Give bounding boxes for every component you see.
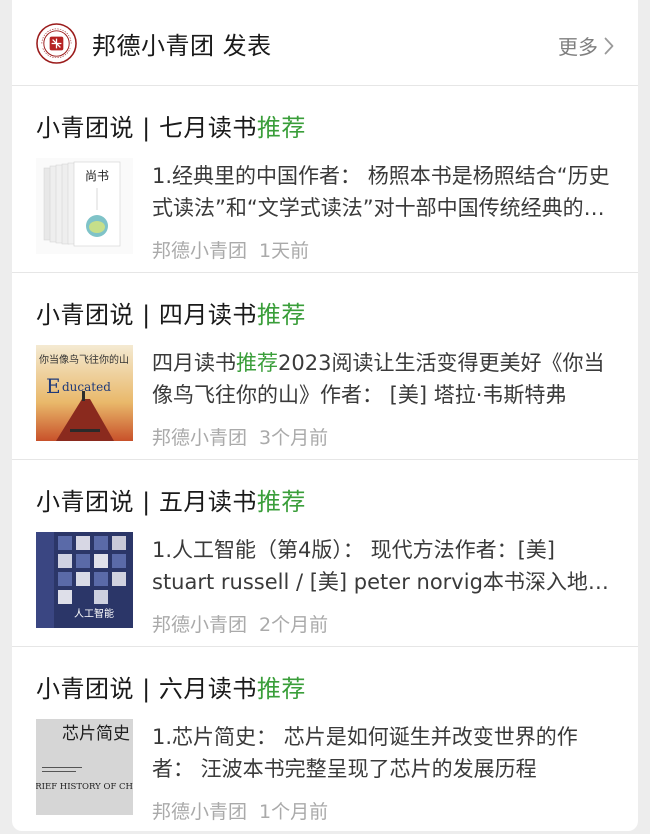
article-author: 邦德小青团 <box>152 427 248 449</box>
article-item[interactable]: 小青团说 | 七月读书推荐 尚书 1.经典里的中国作者： 杨照本书是杨照结合“历… <box>12 86 638 273</box>
article-summary: 1.芯片简史： 芯片是如何诞生并改变世界的作者： 汪波本书完整呈现了芯片的发展历… <box>152 725 578 781</box>
article-summary: 1.人工智能（第4版）： 现代方法作者：[美] stuart russell /… <box>152 538 609 594</box>
article-summary: 四月读书推荐2023阅读让生活变得更美好《你当像鸟飞往你的山》作者： [美] 塔… <box>152 351 605 407</box>
article-item[interactable]: 小青团说 | 六月读书推荐 芯片简史 A BRIEF HISTORY OF CH… <box>12 647 638 834</box>
cover-title-cn: 你当像鸟飞往你的山 <box>39 353 129 366</box>
article-meta: 邦德小青团 3个月前 <box>152 423 328 450</box>
article-meta: 邦德小青团 1个月前 <box>152 797 328 824</box>
article-cover: 你当像鸟飞往你的山 E ducated <box>36 345 133 441</box>
cover-title-en: ducated <box>62 380 111 394</box>
cover-title: 人工智能 <box>74 607 114 620</box>
article-author: 邦德小青团 <box>152 240 248 262</box>
account-publish-title: 邦德小青团 发表 <box>92 32 272 60</box>
article-time: 1天前 <box>259 240 310 262</box>
cover-title: 尚书 <box>85 169 109 183</box>
article-item[interactable]: 小青团说 | 五月读书推荐 人工智能 1.人工智能（第4版）： 现代方法作者：[… <box>12 460 638 647</box>
more-button[interactable]: 更多 <box>558 31 614 60</box>
chevron-right-icon <box>604 37 614 54</box>
article-item[interactable]: 小青团说 | 四月读书推荐 你当像鸟飞往你的山 E ducated 四月读书推荐… <box>12 273 638 460</box>
article-title: 小青团说 | 五月读书推荐 <box>36 488 306 516</box>
article-author: 邦德小青团 <box>152 614 248 636</box>
college-logo <box>36 23 77 64</box>
article-summary: 1.经典里的中国作者： 杨照本书是杨照结合“历史式读法”和“文学式读法”对十部中… <box>152 164 610 220</box>
article-cover: 芯片简史 A BRIEF HISTORY OF CHIPS <box>36 719 133 815</box>
cover-initial: E <box>46 374 61 398</box>
article-author: 邦德小青团 <box>152 801 248 823</box>
article-time: 2个月前 <box>259 614 329 636</box>
card-header: 邦德小青团 发表 更多 <box>12 0 638 86</box>
article-title: 小青团说 | 四月读书推荐 <box>36 301 306 329</box>
publications-card: 邦德小青团 发表 更多 小青团说 | 七月读书推荐 尚书 1.经典里的中国作者：… <box>12 0 638 831</box>
cover-title-en: A BRIEF HISTORY OF CHIPS <box>36 782 133 792</box>
article-time: 3个月前 <box>259 427 329 449</box>
article-time: 1个月前 <box>259 801 329 823</box>
article-meta: 邦德小青团 2个月前 <box>152 610 328 637</box>
article-meta: 邦德小青团 1天前 <box>152 236 309 263</box>
cover-title-cn: 芯片简史 <box>62 724 130 744</box>
article-cover: 尚书 <box>36 158 133 254</box>
article-cover: 人工智能 <box>36 532 133 628</box>
article-title: 小青团说 | 六月读书推荐 <box>36 675 306 703</box>
article-title: 小青团说 | 七月读书推荐 <box>36 114 306 142</box>
more-label: 更多 <box>558 35 598 59</box>
